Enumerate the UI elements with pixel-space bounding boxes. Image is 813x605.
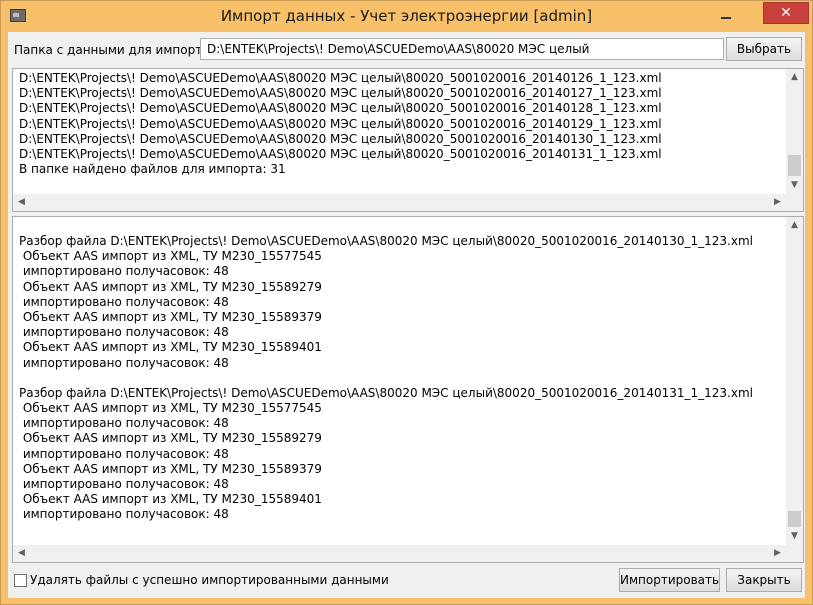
scroll-right-icon[interactable]: ▶ [769, 194, 786, 211]
log-line: импортировано получасовок: 48 [19, 446, 229, 461]
log-line: импортировано получасовок: 48 [19, 355, 229, 370]
log-line: Объект AAS импорт из XML, ТУ M230_155892… [19, 431, 322, 446]
file-list-text: D:\ENTEK\Projects\! Demo\ASCUEDemo\AAS\8… [19, 71, 781, 193]
log-line: Разбор файла D:\ENTEK\Projects\! Demo\AS… [19, 385, 753, 400]
log-line: Объект AAS импорт из XML, ТУ M230_155893… [19, 309, 322, 324]
file-log-vertical-scrollbar[interactable]: ▲ ▼ [786, 69, 803, 194]
import-button[interactable]: Импортировать [619, 568, 720, 592]
folder-path-input[interactable]: D:\ENTEK\Projects\! Demo\ASCUEDemo\AAS\8… [200, 38, 724, 60]
import-log-horizontal-scrollbar[interactable]: ◀ ▶ [13, 545, 786, 562]
scroll-left-icon[interactable]: ◀ [13, 545, 30, 562]
log-line: импортировано получасовок: 48 [19, 264, 229, 279]
log-line: В папке найдено файлов для импорта: 31 [19, 162, 286, 177]
log-line: импортировано получасовок: 48 [19, 507, 229, 522]
import-log-vertical-scrollbar[interactable]: ▲ ▼ [786, 217, 803, 545]
browse-button[interactable]: Выбрать [726, 37, 802, 61]
scroll-down-icon[interactable]: ▼ [786, 177, 803, 194]
log-line: импортировано получасовок: 48 [19, 294, 229, 309]
log-line: Объект AAS импорт из XML, ТУ M230_155893… [19, 461, 322, 476]
log-line: D:\ENTEK\Projects\! Demo\ASCUEDemo\AAS\8… [19, 116, 662, 131]
delete-files-label[interactable]: Удалять файлы с успешно импортированными… [30, 573, 389, 587]
scroll-up-icon[interactable]: ▲ [786, 217, 803, 234]
scroll-corner [786, 194, 803, 211]
window-title: Импорт данных - Учет электроэнергии [adm… [220, 7, 593, 25]
log-line: D:\ENTEK\Projects\! Demo\ASCUEDemo\AAS\8… [19, 146, 662, 161]
log-line: Объект AAS импорт из XML, ТУ M230_155775… [19, 249, 322, 264]
file-list-log[interactable]: D:\ENTEK\Projects\! Demo\ASCUEDemo\AAS\8… [12, 68, 804, 212]
delete-files-checkbox[interactable] [14, 574, 27, 587]
scroll-up-icon[interactable]: ▲ [786, 69, 803, 86]
close-window-button[interactable]: ✕ [763, 2, 809, 24]
log-line: Объект AAS импорт из XML, ТУ M230_155892… [19, 279, 322, 294]
scroll-right-icon[interactable]: ▶ [769, 545, 786, 562]
log-line: импортировано получасовок: 48 [19, 416, 229, 431]
file-log-horizontal-scrollbar[interactable]: ◀ ▶ [13, 194, 786, 211]
close-button[interactable]: Закрыть [726, 568, 802, 592]
minimize-button[interactable] [713, 4, 739, 24]
import-log-text: Разбор файла D:\ENTEK\Projects\! Demo\AS… [19, 234, 781, 544]
import-dialog-window: Импорт данных - Учет электроэнергии [adm… [0, 0, 813, 605]
import-progress-log[interactable]: Разбор файла D:\ENTEK\Projects\! Demo\AS… [12, 216, 804, 563]
scroll-corner [786, 545, 803, 562]
log-line: импортировано получасовок: 48 [19, 325, 229, 340]
scroll-left-icon[interactable]: ◀ [13, 194, 30, 211]
log-line: Объект AAS импорт из XML, ТУ M230_155894… [19, 492, 322, 507]
log-line: импортировано получасовок: 48 [19, 477, 229, 491]
log-line: Объект AAS импорт из XML, ТУ M230_155775… [19, 401, 322, 416]
title-bar[interactable]: Импорт данных - Учет электроэнергии [adm… [1, 1, 812, 32]
log-line: D:\ENTEK\Projects\! Demo\ASCUEDemo\AAS\8… [19, 71, 662, 85]
log-line: Объект AAS импорт из XML, ТУ M230_155894… [19, 340, 322, 355]
folder-label: Папка с данными для импорта [14, 43, 210, 57]
log-line: Разбор файла D:\ENTEK\Projects\! Demo\AS… [19, 234, 753, 248]
scroll-thumb[interactable] [788, 511, 801, 527]
scroll-down-icon[interactable]: ▼ [786, 528, 803, 545]
log-line: D:\ENTEK\Projects\! Demo\ASCUEDemo\AAS\8… [19, 131, 662, 146]
log-line: D:\ENTEK\Projects\! Demo\ASCUEDemo\AAS\8… [19, 86, 662, 101]
scroll-thumb[interactable] [788, 155, 801, 176]
dialog-client-area: Папка с данными для импорта D:\ENTEK\Pro… [8, 32, 805, 598]
log-line: D:\ENTEK\Projects\! Demo\ASCUEDemo\AAS\8… [19, 101, 662, 116]
